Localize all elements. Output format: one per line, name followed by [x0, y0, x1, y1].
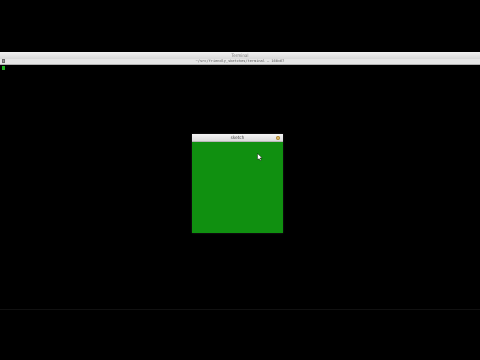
terminal-path: ~/src/friendly_sketches/terminal — 160×6…: [195, 59, 285, 63]
terminal-path-bar: ~/src/friendly_sketches/terminal — 160×6…: [0, 59, 480, 65]
sketch-window[interactable]: sketch: [192, 134, 283, 233]
terminal-cursor: [2, 66, 5, 70]
sketch-title: sketch: [230, 135, 245, 140]
terminal-title: Terminal: [231, 53, 249, 58]
desktop-screen: Terminal ~/src/friendly_sketches/termina…: [0, 0, 480, 360]
sketch-canvas[interactable]: [192, 142, 283, 233]
sketch-titlebar[interactable]: sketch: [192, 134, 283, 142]
mouse-pointer-icon: [257, 153, 263, 161]
zoom-button-icon[interactable]: [276, 136, 280, 140]
terminal-divider: [0, 309, 480, 310]
